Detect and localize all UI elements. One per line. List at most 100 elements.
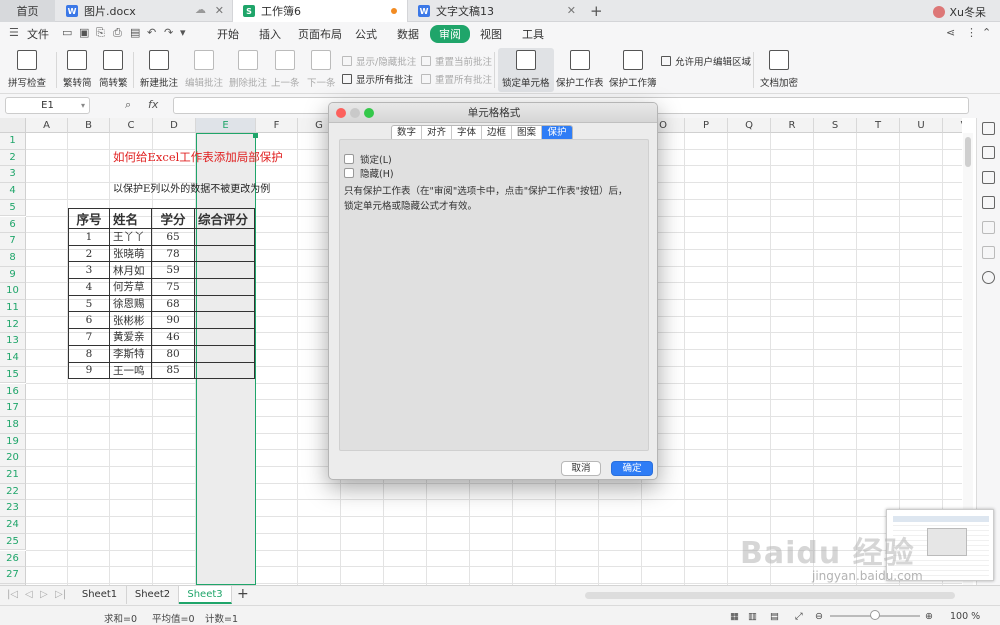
table-cell[interactable]: 林月如 (109, 261, 152, 280)
table-cell[interactable] (194, 261, 255, 280)
row-header-1[interactable]: 1 (0, 133, 26, 150)
fill-handle[interactable] (253, 133, 258, 138)
shape-icon[interactable] (982, 171, 995, 184)
history-icon[interactable] (982, 271, 995, 284)
column-header-q[interactable]: Q (728, 118, 771, 133)
row-header-23[interactable]: 23 (0, 500, 26, 518)
home-tab[interactable]: 首页 (0, 0, 55, 22)
cancel-button[interactable]: 取消 (561, 461, 601, 476)
tab-pattern[interactable]: 图案 (512, 126, 542, 140)
zoom-out-icon[interactable]: ⊖ (815, 611, 823, 622)
row-header-22[interactable]: 22 (0, 483, 26, 501)
name-box[interactable]: E1 ▾ (5, 97, 90, 114)
zoom-in-icon[interactable]: ⊕ (925, 611, 933, 622)
collapse-ribbon-icon[interactable]: ⌃ (982, 26, 991, 39)
normal-view-icon[interactable]: ▦ (730, 611, 739, 622)
table-cell[interactable]: 7 (68, 328, 110, 346)
open-folder-icon[interactable]: ▭ (62, 26, 72, 39)
header-cell[interactable]: 综合评分 (194, 208, 255, 229)
table-cell[interactable]: 2 (68, 244, 110, 263)
table-cell[interactable] (194, 328, 255, 346)
horizontal-scrollbar[interactable] (585, 592, 955, 599)
tab-number[interactable]: 数字 (392, 126, 422, 140)
column-header-r[interactable]: R (771, 118, 814, 133)
zoom-slider-knob[interactable] (870, 610, 880, 620)
lock-cell-button[interactable]: 锁定单元格 (498, 48, 554, 92)
minimize-window-icon[interactable] (350, 108, 360, 118)
last-sheet-icon[interactable]: ▷| (55, 589, 66, 600)
row-header-6[interactable]: 6 (0, 216, 26, 234)
allow-edit-range-button[interactable]: 允许用户编辑区域 (661, 54, 751, 68)
simp-to-trad-button[interactable]: 简转繁 (99, 50, 128, 89)
table-cell[interactable]: 张晓萌 (109, 244, 152, 263)
prev-comment-button[interactable]: 上一条 (271, 50, 300, 89)
row-header-24[interactable]: 24 (0, 517, 26, 534)
ok-button[interactable]: 确定 (611, 461, 653, 476)
close-window-icon[interactable] (336, 108, 346, 118)
column-header-v[interactable]: V (943, 118, 962, 133)
row-header-16[interactable]: 16 (0, 383, 26, 401)
table-cell[interactable] (194, 361, 255, 380)
row-header-3[interactable]: 3 (0, 166, 26, 184)
reset-current-comment-button[interactable]: 重置当前批注 (421, 54, 492, 68)
column-header-c[interactable]: C (110, 118, 153, 133)
table-cell[interactable]: 78 (151, 244, 195, 263)
more-dropdown-icon[interactable]: ▾ (180, 26, 186, 39)
table-cell[interactable]: 4 (68, 278, 110, 296)
page-break-view-icon[interactable]: ▤ (770, 611, 779, 622)
menu-view[interactable]: 视图 (480, 26, 502, 42)
column-header-u[interactable]: U (900, 118, 943, 133)
row-header-10[interactable]: 10 (0, 283, 26, 300)
row-header-20[interactable]: 20 (0, 450, 26, 467)
row-header-4[interactable]: 4 (0, 183, 26, 200)
next-comment-button[interactable]: 下一条 (307, 50, 336, 89)
table-cell[interactable]: 5 (68, 294, 110, 313)
protect-workbook-button[interactable]: 保护工作簿 (609, 50, 657, 89)
row-header-11[interactable]: 11 (0, 300, 26, 317)
table-cell[interactable]: 59 (151, 261, 195, 280)
checkbox-box[interactable] (344, 154, 354, 164)
column-header-a[interactable]: A (26, 118, 68, 133)
print-icon[interactable]: ⎙ (113, 26, 122, 40)
menu-formula[interactable]: 公式 (355, 26, 377, 42)
table-cell[interactable] (194, 228, 255, 246)
close-tab-icon[interactable]: ✕ (567, 4, 576, 17)
prev-sheet-icon[interactable]: ◁ (25, 589, 33, 600)
table-cell[interactable]: 90 (151, 311, 195, 330)
header-cell[interactable]: 姓名 (109, 208, 152, 229)
undo-icon[interactable]: ↶ (147, 26, 156, 39)
menu-review[interactable]: 审阅 (430, 25, 470, 43)
menu-insert[interactable]: 插入 (259, 26, 281, 42)
row-header-19[interactable]: 19 (0, 433, 26, 451)
tab-doc13[interactable]: W 文字文稿13 ✕ (408, 0, 584, 22)
column-header-d[interactable]: D (153, 118, 196, 133)
next-sheet-icon[interactable]: ▷ (40, 589, 48, 600)
row-header-17[interactable]: 17 (0, 400, 26, 417)
spell-check-button[interactable]: 拼写检查 (8, 50, 46, 89)
menu-page-layout[interactable]: 页面布局 (298, 26, 342, 42)
delete-comment-button[interactable]: 删除批注 (229, 50, 267, 89)
table-cell[interactable] (194, 311, 255, 330)
table-cell[interactable]: 张彬彬 (109, 311, 152, 330)
preview-icon[interactable]: ▤ (130, 26, 140, 39)
tab-sheet3[interactable]: Sheet3 (179, 586, 232, 604)
header-cell[interactable]: 学分 (151, 208, 195, 229)
chevron-down-icon[interactable]: ▾ (81, 98, 85, 113)
row-header-27[interactable]: 27 (0, 567, 26, 584)
new-comment-button[interactable]: 新建批注 (140, 50, 178, 89)
tab-sheet2[interactable]: Sheet2 (127, 586, 179, 604)
table-cell[interactable]: 黄爱亲 (109, 328, 152, 346)
encrypt-document-button[interactable]: 文档加密 (760, 50, 798, 89)
close-tab-icon[interactable]: ✕ (215, 4, 224, 17)
table-cell[interactable] (194, 278, 255, 296)
hide-checkbox[interactable]: 隐藏(H) (344, 166, 394, 180)
column-header-f[interactable]: F (256, 118, 298, 133)
row-header-18[interactable]: 18 (0, 416, 26, 434)
show-hide-comment-button[interactable]: 显示/隐藏批注 (342, 54, 416, 68)
table-cell[interactable]: 3 (68, 261, 110, 280)
tab-border[interactable]: 边框 (482, 126, 512, 140)
more-icon[interactable]: ⋮ (966, 26, 977, 39)
cursor-select-icon[interactable] (982, 196, 995, 209)
table-cell[interactable] (194, 294, 255, 313)
trad-to-simp-button[interactable]: 繁转简 (63, 50, 92, 89)
